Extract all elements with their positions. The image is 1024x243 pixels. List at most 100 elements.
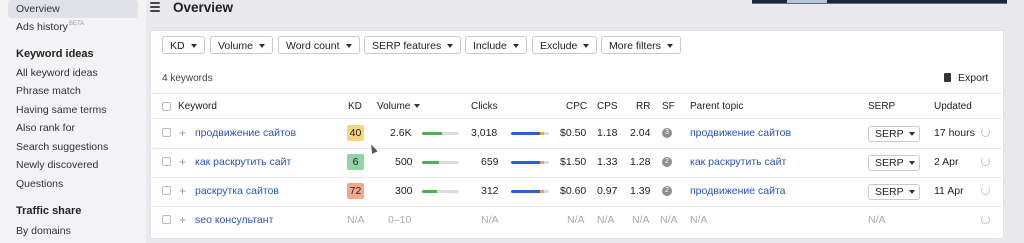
volume-bar bbox=[422, 132, 459, 135]
filter-include-button[interactable]: Include bbox=[465, 36, 527, 54]
sidebar-item-overview[interactable]: Overview bbox=[16, 3, 60, 15]
parent-topic-link[interactable]: как раскрутить сайт bbox=[690, 156, 786, 168]
column-header-cps[interactable]: CPS bbox=[597, 101, 618, 112]
filter-word-count-label: Word count bbox=[286, 40, 340, 52]
beta-badge: BETA bbox=[68, 21, 85, 27]
sidebar-heading-traffic-share: Traffic share bbox=[16, 205, 82, 217]
column-header-cpc[interactable]: CPC bbox=[566, 101, 587, 112]
sidebar-heading-keyword-ideas: Keyword ideas bbox=[16, 48, 94, 60]
sf-count-badge[interactable]: 2 bbox=[662, 157, 672, 167]
serp-button-label: SERP bbox=[875, 157, 904, 169]
keyword-link[interactable]: продвижение сайтов bbox=[195, 127, 296, 139]
filter-word-count-button[interactable]: Word count bbox=[278, 36, 360, 54]
refresh-icon[interactable] bbox=[981, 128, 990, 137]
serp-value: N/A bbox=[868, 214, 886, 226]
sf-count-badge[interactable]: 2 bbox=[662, 186, 672, 196]
kd-value: N/A bbox=[347, 214, 365, 226]
kd-badge: 40 bbox=[347, 125, 364, 141]
filter-kd-label: KD bbox=[170, 40, 185, 52]
column-header-updated[interactable]: Updated bbox=[934, 101, 972, 112]
sidebar-item-also-rank-for[interactable]: Also rank for bbox=[16, 122, 75, 134]
chevron-down-icon bbox=[190, 44, 197, 49]
keyword-link[interactable]: как раскрутить сайт bbox=[195, 156, 291, 168]
clicks-value: N/A bbox=[481, 214, 499, 226]
filter-more-filters-button[interactable]: More filters bbox=[601, 36, 681, 54]
chevron-down-icon bbox=[259, 44, 266, 49]
clicks-bar-segment bbox=[544, 161, 549, 164]
sidebar-item-phrase-match[interactable]: Phrase match bbox=[16, 85, 81, 97]
row-checkbox[interactable] bbox=[162, 215, 171, 224]
parent-topic-value: N/A bbox=[690, 214, 708, 226]
serp-button[interactable]: SERP bbox=[868, 155, 920, 171]
filter-kd-button[interactable]: KD bbox=[162, 36, 205, 54]
menu-icon[interactable] bbox=[150, 2, 160, 12]
sidebar-item-search-suggestions[interactable]: Search suggestions bbox=[16, 141, 108, 153]
add-icon[interactable]: + bbox=[179, 214, 186, 226]
keyword-link[interactable]: seo консультант bbox=[195, 214, 273, 226]
clicks-bar bbox=[511, 132, 549, 135]
filter-more-filters-label: More filters bbox=[609, 40, 661, 52]
select-all-checkbox[interactable] bbox=[162, 102, 171, 111]
updated-value: 17 hours bbox=[934, 127, 975, 139]
add-icon[interactable]: + bbox=[179, 156, 186, 168]
serp-button-label: SERP bbox=[875, 128, 904, 140]
column-header-kd[interactable]: KD bbox=[348, 101, 362, 112]
rr-value: 1.39 bbox=[630, 185, 651, 197]
filter-include-label: Include bbox=[473, 40, 507, 52]
divider bbox=[150, 177, 1002, 178]
sort-desc-icon bbox=[414, 104, 421, 109]
add-icon[interactable]: + bbox=[179, 127, 186, 139]
sf-count-badge[interactable]: 3 bbox=[662, 128, 672, 138]
cps-value: 1.18 bbox=[597, 127, 618, 139]
filter-volume-button[interactable]: Volume bbox=[210, 36, 274, 54]
chevron-down-icon bbox=[908, 132, 915, 137]
cpc-value: $0.60 bbox=[560, 185, 587, 197]
rr-value: N/A bbox=[632, 214, 650, 226]
clicks-bar-segment bbox=[511, 132, 540, 135]
parent-topic-link[interactable]: продвижение сайтов bbox=[690, 127, 791, 139]
refresh-icon[interactable] bbox=[981, 186, 990, 195]
chevron-down-icon bbox=[666, 44, 673, 49]
row-checkbox[interactable] bbox=[162, 157, 171, 166]
sidebar-item-having-same-terms[interactable]: Having same terms bbox=[16, 104, 106, 116]
column-header-rr[interactable]: RR bbox=[636, 101, 650, 112]
kd-badge: 6 bbox=[347, 154, 364, 170]
serp-button[interactable]: SERP bbox=[868, 184, 920, 200]
column-header-sf[interactable]: SF bbox=[662, 101, 675, 112]
clicks-bar bbox=[511, 190, 549, 193]
column-header-volume[interactable]: Volume bbox=[377, 101, 421, 112]
sidebar-item-newly-discovered[interactable]: Newly discovered bbox=[16, 159, 98, 171]
column-header-clicks[interactable]: Clicks bbox=[471, 101, 498, 112]
rr-value: 1.28 bbox=[630, 156, 651, 168]
parent-topic-link[interactable]: продвижение сайта bbox=[690, 185, 785, 197]
sidebar-item-questions[interactable]: Questions bbox=[16, 178, 63, 190]
refresh-icon[interactable] bbox=[981, 157, 990, 166]
clicks-bar-segment bbox=[511, 161, 540, 164]
filter-serp-features-label: SERP features bbox=[372, 40, 442, 52]
clicks-value: 659 bbox=[481, 156, 499, 168]
sidebar: Overview Ads historyBETA Keyword ideas A… bbox=[0, 0, 146, 243]
cps-value: N/A bbox=[597, 214, 615, 226]
column-header-keyword[interactable]: Keyword bbox=[178, 101, 217, 112]
row-checkbox[interactable] bbox=[162, 186, 171, 195]
add-icon[interactable]: + bbox=[179, 185, 186, 197]
sidebar-item-all-keyword-ideas[interactable]: All keyword ideas bbox=[16, 67, 98, 79]
volume-value: 500 bbox=[395, 156, 413, 168]
sidebar-item-by-domains[interactable]: By domains bbox=[16, 225, 71, 237]
filter-serp-features-button[interactable]: SERP features bbox=[364, 36, 462, 54]
page-title: Overview bbox=[173, 0, 234, 15]
serp-button[interactable]: SERP bbox=[868, 126, 920, 142]
column-header-serp[interactable]: SERP bbox=[868, 101, 895, 112]
refresh-icon[interactable] bbox=[981, 215, 990, 224]
divider bbox=[150, 206, 1002, 207]
keyword-link[interactable]: раскрутка сайтов bbox=[195, 185, 279, 197]
column-header-parent-topic[interactable]: Parent topic bbox=[690, 101, 743, 112]
row-checkbox[interactable] bbox=[162, 128, 171, 137]
video-overlay-strip bbox=[752, 0, 1007, 4]
cpc-value: $1.50 bbox=[560, 156, 587, 168]
export-button[interactable]: Export bbox=[944, 72, 988, 84]
updated-value: 2 Apr bbox=[934, 156, 959, 168]
filter-exclude-button[interactable]: Exclude bbox=[532, 36, 598, 54]
cps-value: 0.97 bbox=[597, 185, 618, 197]
sidebar-item-ads-history[interactable]: Ads historyBETA bbox=[16, 21, 84, 33]
